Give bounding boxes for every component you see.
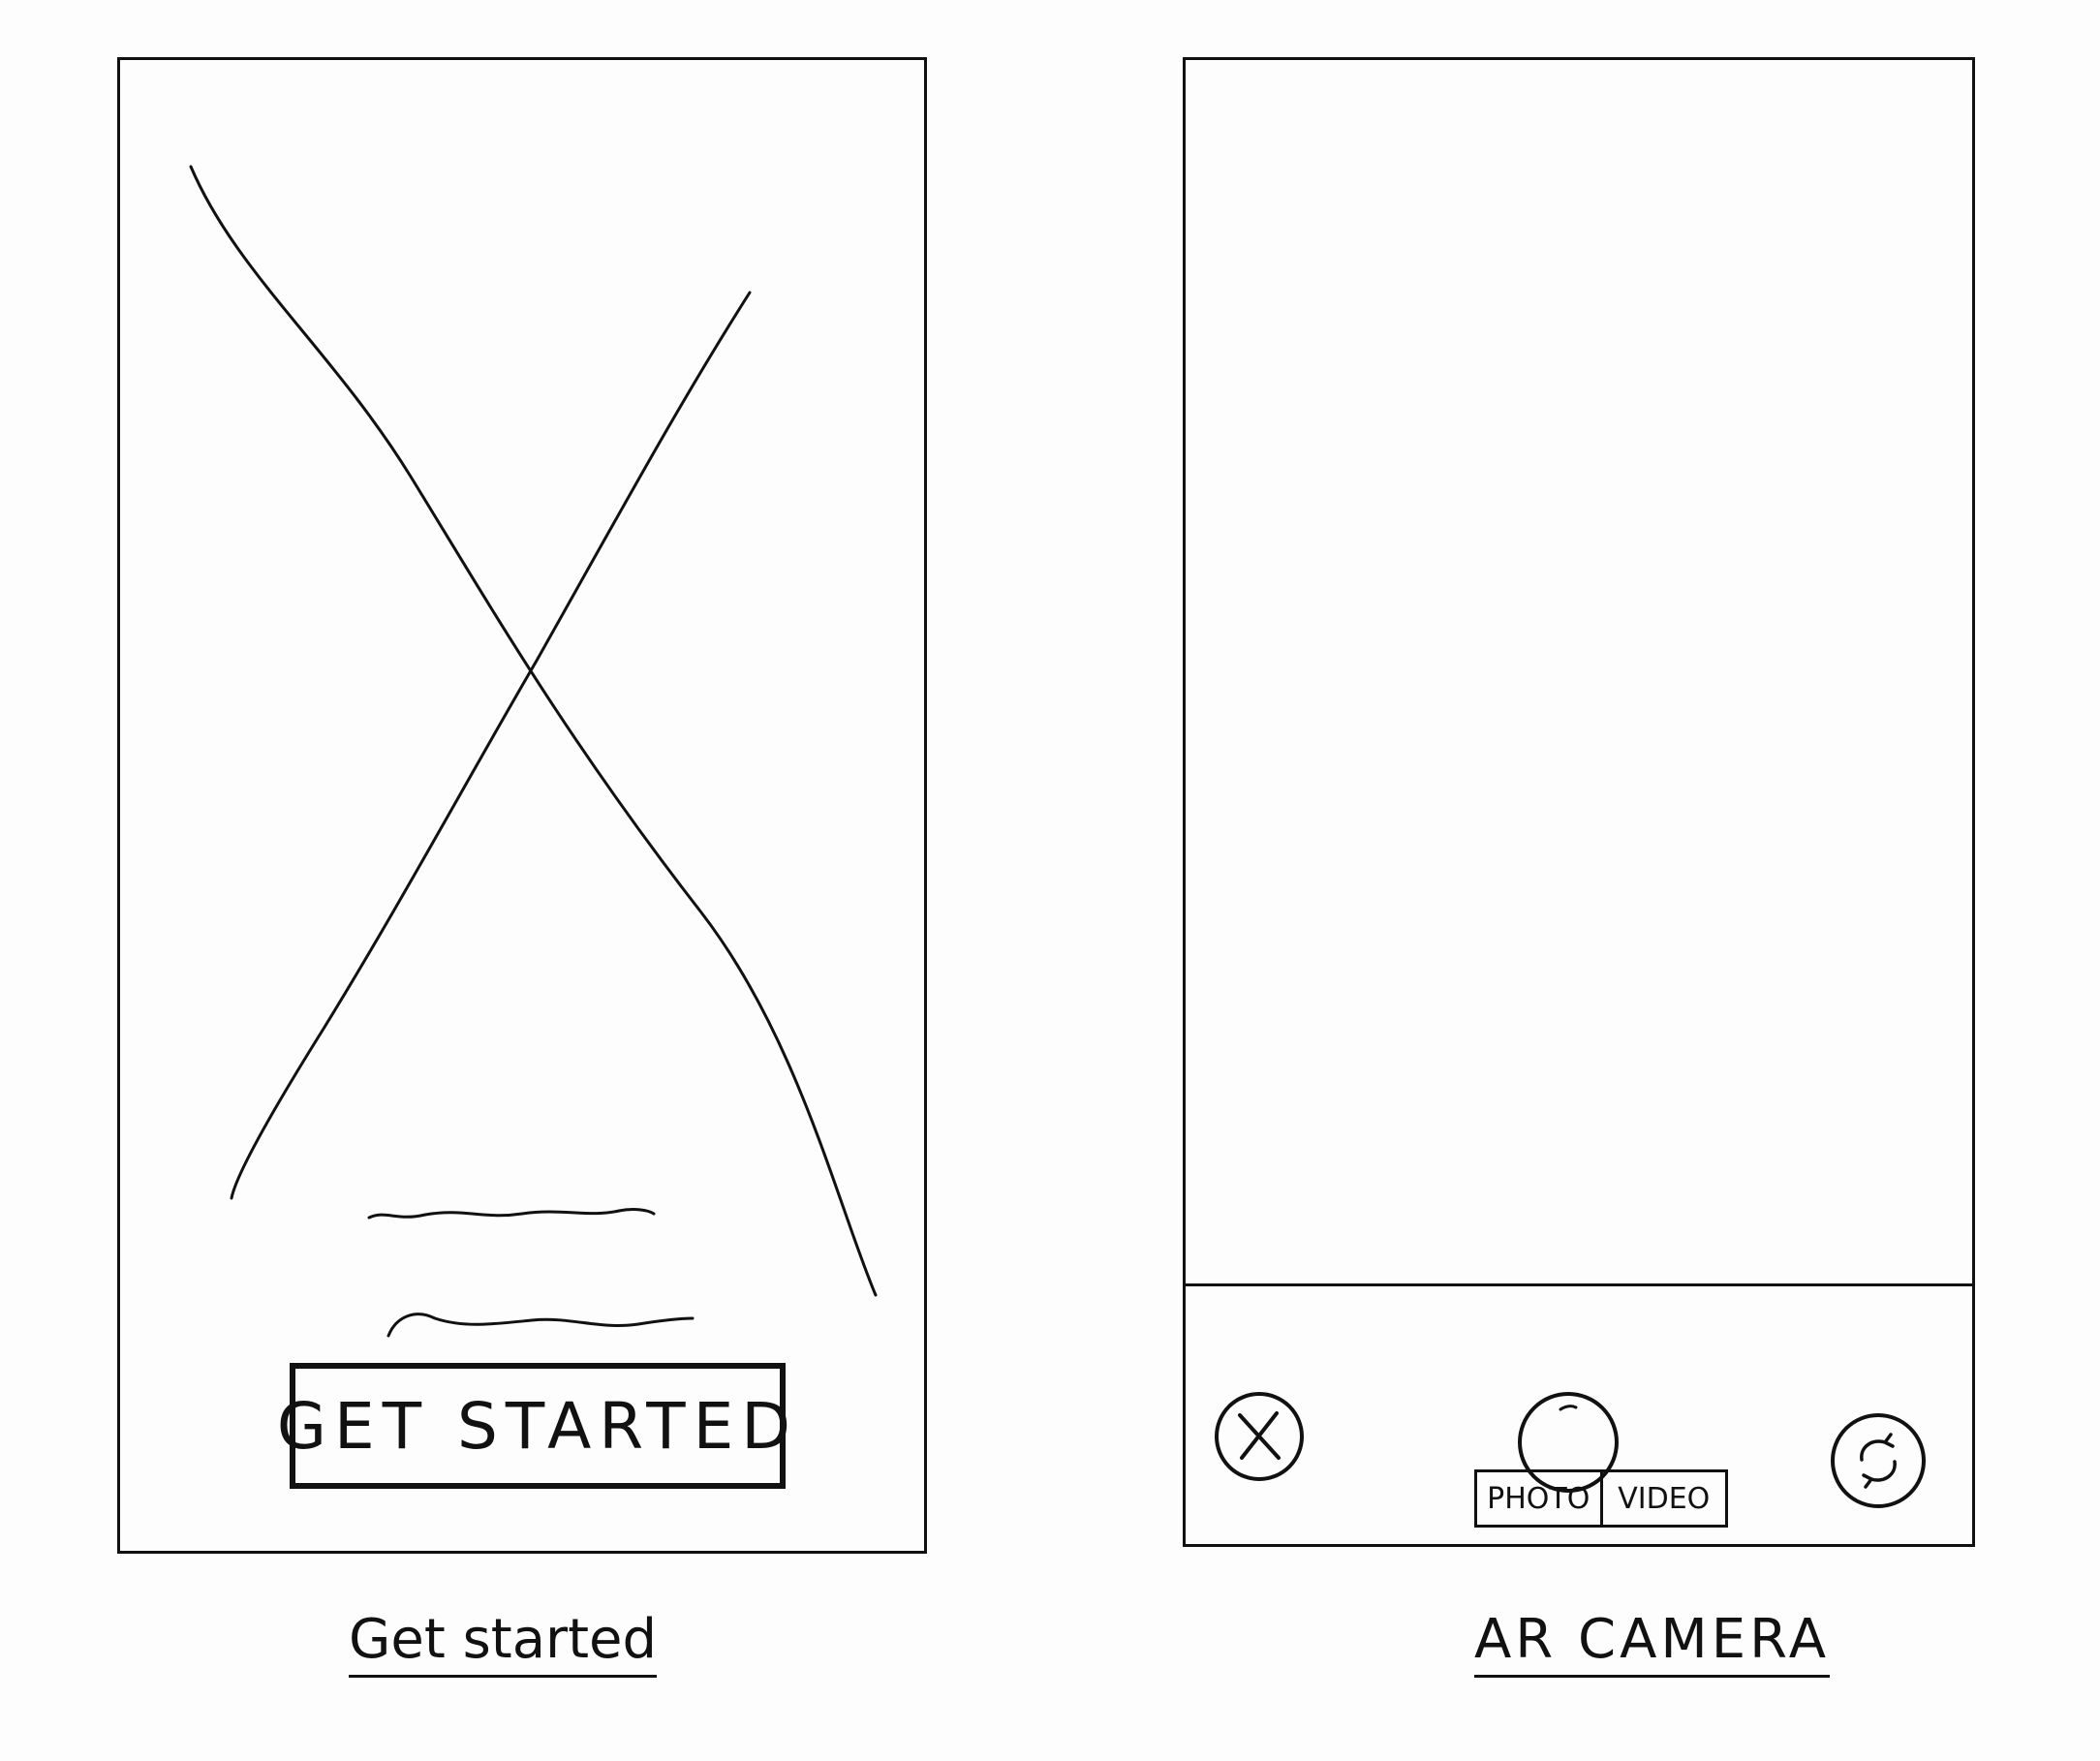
camera-viewfinder-divider [1186, 1283, 1972, 1286]
ar-camera-caption: AR CAMERA [1474, 1608, 1831, 1678]
close-icon [1238, 1411, 1281, 1460]
flip-camera-button[interactable] [1831, 1413, 1926, 1508]
image-placeholder-x-stroke-2 [230, 291, 752, 1200]
get-started-button[interactable]: GET STARTED [277, 1363, 790, 1489]
camera-flip-icon [1860, 1433, 1897, 1489]
capture-mode-toggle: PHOTO VIDEO [1474, 1469, 1728, 1528]
mode-option-photo[interactable]: PHOTO [1477, 1472, 1600, 1525]
close-button[interactable] [1215, 1392, 1304, 1481]
get-started-button-label: GET STARTED [276, 1388, 799, 1464]
get-started-screen: GET STARTED [117, 57, 927, 1554]
text-placeholder-line-2 [386, 1313, 695, 1338]
ar-camera-screen: PHOTO VIDEO [1183, 57, 1975, 1547]
image-placeholder-x-stroke-1 [189, 165, 878, 1297]
text-placeholder-line-1 [367, 1208, 656, 1220]
wireframe-sheet: GET STARTED Get started PHOTO VIDEO AR C… [0, 0, 2100, 1761]
mode-option-video[interactable]: VIDEO [1599, 1472, 1726, 1525]
get-started-caption: Get started [349, 1608, 658, 1678]
